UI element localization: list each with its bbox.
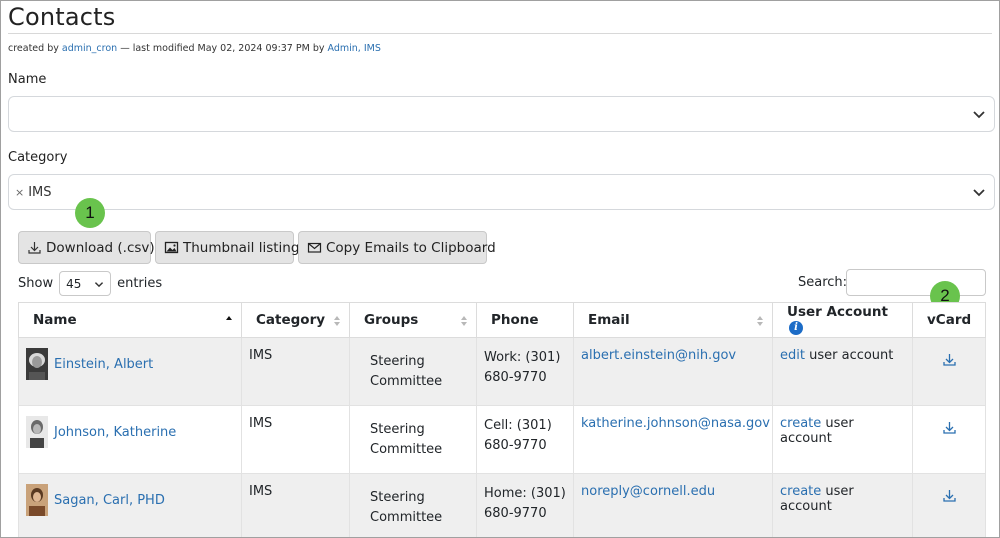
sort-icon <box>334 316 340 326</box>
phone-cell: Cell: (301) 680-9770 <box>476 405 574 474</box>
copy-emails-button[interactable]: Copy Emails to Clipboard <box>298 231 496 264</box>
create-account-link[interactable]: create <box>780 484 821 499</box>
callout-marker-1: 1 <box>75 198 105 228</box>
phone-cell: Work: (301) 680-9770 <box>476 337 574 406</box>
meta-modified-text: — last modified May 02, 2024 09:37 PM by <box>120 43 325 54</box>
table-row: Einstein, Albert IMS Steering Committee W… <box>18 337 986 406</box>
avatar <box>26 348 48 380</box>
download-icon[interactable] <box>942 420 957 435</box>
table-header-row: Name Category Groups Phone Email User Ac… <box>18 302 986 338</box>
table-row: Johnson, Katherine IMS Steering Committee… <box>18 405 986 474</box>
groups-cell: Steering Committee <box>349 405 477 474</box>
category-filter-label: Category <box>8 150 68 165</box>
name-filter-label: Name <box>8 72 47 87</box>
email-link[interactable]: albert.einstein@nih.gov <box>581 348 736 363</box>
thumbnail-listing-button[interactable]: Thumbnail listing <box>155 231 299 264</box>
category-cell: IMS <box>241 473 350 537</box>
column-header-name[interactable]: Name <box>18 302 242 338</box>
meta-created-prefix: created by <box>8 43 59 54</box>
contacts-table: Name Category Groups Phone Email User Ac… <box>18 302 986 537</box>
category-cell: IMS <box>241 337 350 406</box>
chevron-down-icon <box>973 111 985 119</box>
image-icon <box>164 241 179 254</box>
download-csv-button[interactable]: Download (.csv) <box>18 231 155 264</box>
download-icon[interactable] <box>942 352 957 367</box>
entries-length-value: 45 <box>66 276 82 291</box>
groups-cell: Steering Committee <box>349 473 477 537</box>
edit-account-link[interactable]: edit <box>780 348 805 363</box>
column-header-vcard: vCard <box>912 302 986 338</box>
avatar <box>26 484 48 516</box>
search-input[interactable] <box>846 269 986 296</box>
create-account-link[interactable]: create <box>780 416 821 431</box>
show-label: Show <box>18 276 54 291</box>
contact-name-link[interactable]: Sagan, Carl, PHD <box>54 493 165 508</box>
contact-name-link[interactable]: Johnson, Katherine <box>54 425 176 440</box>
modifier-link[interactable]: Admin, IMS <box>328 43 381 54</box>
copy-emails-label: Copy Emails to Clipboard <box>326 239 496 256</box>
entries-label: entries <box>117 276 163 291</box>
chevron-down-icon <box>973 189 985 197</box>
download-csv-label: Download (.csv) <box>46 239 155 256</box>
download-icon[interactable] <box>942 488 957 503</box>
page-meta: created by admin_cron — last modified Ma… <box>8 43 381 54</box>
email-link[interactable]: noreply@cornell.edu <box>581 484 715 499</box>
title-divider <box>8 33 992 34</box>
category-cell: IMS <box>241 405 350 474</box>
column-header-user-account: User Account i <box>772 302 913 338</box>
entries-length-select[interactable]: 45 <box>59 271 112 296</box>
column-header-category[interactable]: Category <box>241 302 350 338</box>
thumbnail-listing-label: Thumbnail listing <box>183 239 300 256</box>
column-header-groups[interactable]: Groups <box>349 302 477 338</box>
chevron-down-icon <box>95 281 104 287</box>
sort-icon <box>757 316 763 326</box>
page-title: Contacts <box>8 3 116 31</box>
email-link[interactable]: katherine.johnson@nasa.gov <box>581 416 770 431</box>
sort-icon <box>461 316 467 326</box>
groups-cell: Steering Committee <box>349 337 477 406</box>
search-label: Search: <box>798 275 848 290</box>
contact-name-link[interactable]: Einstein, Albert <box>54 357 153 372</box>
download-icon <box>28 242 41 254</box>
info-icon[interactable]: i <box>789 321 803 335</box>
avatar <box>26 416 48 448</box>
column-header-email[interactable]: Email <box>573 302 773 338</box>
category-filter-select[interactable]: × IMS <box>8 174 995 210</box>
contacts-page: Contacts created by admin_cron — last mo… <box>0 0 1000 538</box>
remove-tag-icon[interactable]: × <box>15 186 24 199</box>
entries-length-control: Show 45 entries <box>18 271 162 296</box>
category-tag: × IMS <box>15 185 52 200</box>
category-tag-label: IMS <box>28 185 52 200</box>
column-header-phone: Phone <box>476 302 574 338</box>
phone-cell: Home: (301) 680-9770 <box>476 473 574 537</box>
name-filter-select[interactable] <box>8 96 995 132</box>
account-text: user account <box>809 348 894 363</box>
creator-link[interactable]: admin_cron <box>62 43 117 54</box>
envelope-icon <box>307 242 322 253</box>
table-row: Sagan, Carl, PHD IMS Steering Committee H… <box>18 473 986 537</box>
sort-ascending-icon <box>226 316 232 320</box>
